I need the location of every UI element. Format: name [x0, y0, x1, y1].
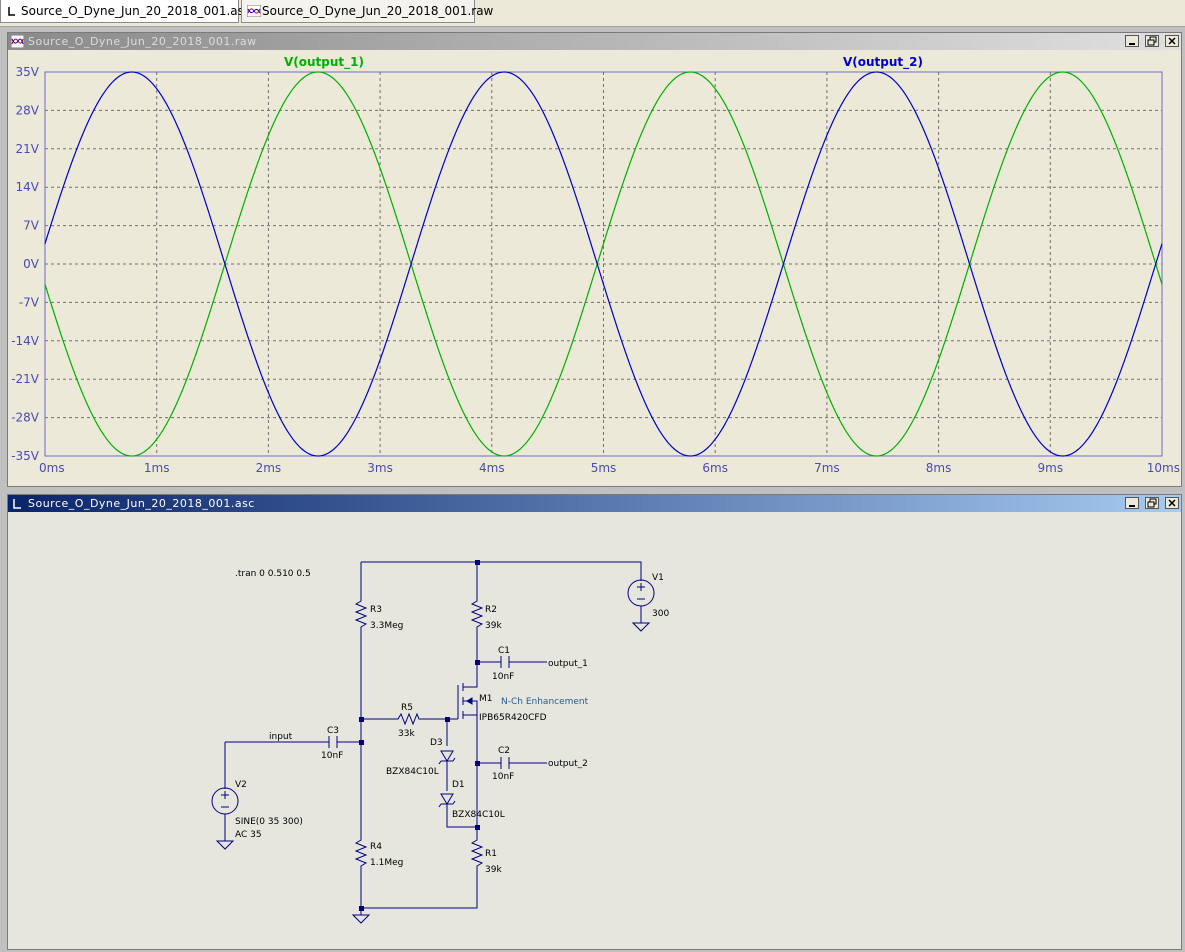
y-tick-label: -28V — [11, 411, 40, 425]
schematic-icon — [8, 7, 15, 16]
R4-value: 1.1Meg — [370, 858, 403, 868]
x-tick-label: 5ms — [591, 461, 617, 475]
V2-name: V2 — [235, 780, 247, 790]
R4-name: R4 — [370, 842, 382, 852]
minimize-button[interactable] — [1125, 35, 1139, 47]
V1-name: V1 — [652, 573, 664, 583]
document-tab-strip: Source_O_Dyne_Jun_20_2018_001.asc Source… — [0, 0, 1185, 27]
plot-grid — [44, 71, 1163, 457]
waveform-icon — [247, 5, 261, 17]
close-button[interactable] — [1165, 497, 1179, 509]
waveform-icon — [11, 35, 24, 48]
D1-part: BZX84C10L — [452, 810, 505, 820]
C2-value: 10nF — [492, 772, 514, 782]
y-tick-label: 0V — [23, 257, 40, 271]
resistor-R3[interactable] — [354, 598, 368, 633]
waveform-chart[interactable]: 0ms 1ms 2ms 3ms 4ms 5ms 6ms 7ms 8ms 9ms 10ms 35V 28V… — [8, 50, 1181, 486]
resistor-R1[interactable] — [470, 837, 484, 872]
resistor-R2[interactable] — [470, 598, 484, 633]
schematic-icon — [13, 499, 21, 509]
C3-name: C3 — [327, 726, 339, 736]
M1-type: N-Ch Enhancement — [501, 697, 589, 707]
trace-label-output-2[interactable]: V(output_2) — [843, 55, 923, 70]
V2-ac: AC 35 — [235, 830, 262, 840]
capacitor-C1[interactable] — [500, 656, 510, 668]
window-controls — [1123, 497, 1179, 510]
schematic-canvas[interactable]: .tran 0 0.510 0.5 R3 3.3Meg R2 39k V1 30… — [8, 512, 1181, 949]
voltage-source-V1[interactable] — [627, 579, 655, 607]
mosfet-M1[interactable] — [447, 683, 478, 720]
R3-name: R3 — [370, 605, 382, 615]
x-tick-label: 10ms — [1147, 461, 1180, 475]
capacitor-C2[interactable] — [500, 757, 510, 769]
restore-button[interactable] — [1145, 497, 1159, 509]
y-tick-label: 7V — [23, 219, 40, 233]
output-2-label: output_2 — [548, 759, 588, 769]
waveform-plot-pane[interactable]: 0ms 1ms 2ms 3ms 4ms 5ms 6ms 7ms 8ms 9ms 10ms 35V 28V… — [8, 50, 1181, 486]
y-tick-label: 35V — [16, 65, 40, 79]
R5-name: R5 — [401, 703, 413, 713]
trace-label-output-1[interactable]: V(output_1) — [284, 55, 364, 70]
y-tick-label: 21V — [16, 142, 40, 156]
schematic-drawing[interactable]: .tran 0 0.510 0.5 R3 3.3Meg R2 39k V1 30… — [8, 512, 1181, 949]
ground-symbol — [215, 840, 235, 850]
C1-name: C1 — [498, 646, 510, 656]
C2-name: C2 — [498, 746, 510, 756]
tab-waveform[interactable]: Source_O_Dyne_Jun_20_2018_001.raw — [241, 0, 493, 23]
close-button[interactable] — [1165, 35, 1179, 47]
R1-name: R1 — [485, 849, 497, 859]
resistor-R4[interactable] — [354, 837, 368, 872]
schematic-window-title: Source_O_Dyne_Jun_20_2018_001.asc — [28, 497, 255, 510]
output-1-label: output_1 — [548, 659, 588, 669]
y-tick-label: -7V — [19, 295, 40, 309]
R2-value: 39k — [485, 621, 502, 631]
x-tick-label: 1ms — [144, 461, 170, 475]
M1-part: IPB65R420CFD — [479, 713, 547, 723]
V1-value: 300 — [652, 609, 669, 619]
R5-value: 33k — [398, 729, 415, 739]
ground-symbol — [351, 914, 371, 924]
R2-name: R2 — [485, 605, 497, 615]
window-controls — [1123, 35, 1179, 48]
x-tick-label: 9ms — [1038, 461, 1064, 475]
voltage-source-V2[interactable] — [211, 787, 239, 815]
resistor-R5[interactable] — [395, 712, 421, 726]
waveform-window: Source_O_Dyne_Jun_20_2018_001.raw 0ms 1ms… — [7, 32, 1182, 487]
y-tick-label: 28V — [16, 103, 40, 117]
D1-name: D1 — [452, 780, 465, 790]
D3-part: BZX84C10L — [386, 767, 439, 777]
y-tick-label: 14V — [16, 180, 40, 194]
y-tick-label: -14V — [11, 334, 40, 348]
restore-button[interactable] — [1145, 35, 1159, 47]
capacitor-C3[interactable] — [328, 736, 338, 748]
x-tick-label: 3ms — [367, 461, 393, 475]
y-tick-label: -21V — [11, 372, 40, 386]
waveform-window-title: Source_O_Dyne_Jun_20_2018_001.raw — [28, 35, 257, 48]
M1-name: M1 — [479, 694, 493, 704]
x-tick-label: 4ms — [479, 461, 505, 475]
minimize-button[interactable] — [1125, 497, 1139, 509]
tab-waveform-label: Source_O_Dyne_Jun_20_2018_001.raw — [262, 4, 494, 18]
tab-schematic-label: Source_O_Dyne_Jun_20_2018_001.asc — [21, 4, 251, 18]
ground-symbol — [631, 622, 651, 632]
waveform-window-titlebar[interactable]: Source_O_Dyne_Jun_20_2018_001.raw — [8, 33, 1181, 50]
R3-value: 3.3Meg — [370, 621, 403, 631]
input-label: input — [269, 732, 293, 742]
x-tick-label: 0ms — [39, 461, 65, 475]
x-tick-label: 8ms — [926, 461, 952, 475]
y-tick-label: -35V — [11, 449, 40, 463]
R1-value: 39k — [485, 865, 502, 875]
tab-schematic[interactable]: Source_O_Dyne_Jun_20_2018_001.asc — [0, 0, 250, 23]
V2-value: SINE(0 35 300) — [235, 817, 303, 827]
x-tick-label: 2ms — [256, 461, 282, 475]
D3-name: D3 — [430, 738, 443, 748]
schematic-window: Source_O_Dyne_Jun_20_2018_001.asc .tran … — [7, 494, 1182, 950]
x-tick-label: 6ms — [702, 461, 728, 475]
C3-value: 10nF — [321, 751, 343, 761]
x-tick-label: 7ms — [814, 461, 840, 475]
C1-value: 10nF — [492, 672, 514, 682]
schematic-window-titlebar[interactable]: Source_O_Dyne_Jun_20_2018_001.asc — [8, 495, 1181, 512]
spice-directive[interactable]: .tran 0 0.510 0.5 — [235, 569, 311, 579]
